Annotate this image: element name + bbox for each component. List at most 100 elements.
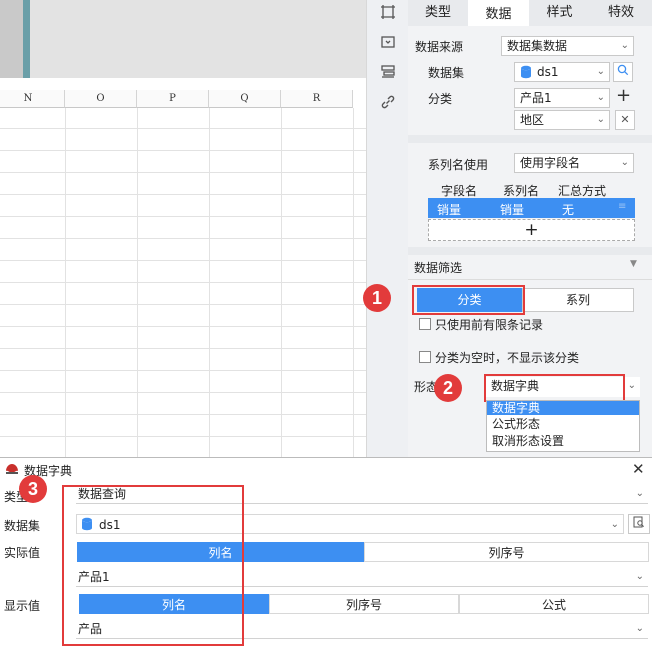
chevron-down-icon: ⌄ bbox=[620, 157, 629, 168]
dataset-label: 数据集 bbox=[428, 66, 465, 80]
data-source-label: 数据来源 bbox=[415, 40, 464, 54]
cell-element-icon[interactable] bbox=[378, 4, 398, 24]
tab-effects[interactable]: 特效 bbox=[590, 0, 652, 26]
grid-row-line bbox=[0, 326, 366, 327]
grid-column-line bbox=[209, 108, 210, 460]
grid-row-line bbox=[0, 282, 366, 283]
grid-row-line bbox=[0, 414, 366, 415]
column-header-o[interactable]: O bbox=[65, 90, 137, 108]
grid-row-line bbox=[0, 128, 366, 129]
link-icon[interactable] bbox=[378, 94, 398, 114]
step-badge-2: 2 bbox=[434, 374, 462, 402]
divider bbox=[408, 247, 652, 255]
app-logo-icon bbox=[4, 462, 20, 479]
grid-row-line bbox=[0, 436, 366, 437]
category-value-1: 产品1 bbox=[520, 91, 552, 105]
chevron-down-icon: ⌄ bbox=[627, 380, 636, 391]
chevron-down-icon: ⌄ bbox=[610, 519, 619, 530]
display-seg-column-index[interactable]: 列序号 bbox=[269, 594, 459, 614]
grid-row-line bbox=[0, 370, 366, 371]
widget-icon[interactable] bbox=[378, 34, 398, 54]
layout-icon[interactable] bbox=[378, 64, 398, 84]
chevron-down-icon: ⌄ bbox=[635, 623, 644, 634]
display-value-label: 显示值 bbox=[4, 599, 41, 613]
display-seg-formula[interactable]: 公式 bbox=[459, 594, 649, 614]
grid-column-line bbox=[353, 108, 354, 460]
grid-column-line bbox=[65, 108, 66, 460]
category-label: 分类 bbox=[428, 92, 453, 106]
tab-type[interactable]: 类型 bbox=[408, 0, 468, 26]
step-badge-3: 3 bbox=[19, 475, 47, 503]
collapse-icon[interactable]: ▼ bbox=[630, 259, 637, 269]
chevron-down-icon: ⌄ bbox=[635, 488, 644, 499]
chart-area[interactable] bbox=[0, 0, 366, 78]
category-select-2[interactable]: 地区 ⌄ bbox=[514, 110, 610, 130]
tab-style[interactable]: 样式 bbox=[529, 0, 590, 26]
actual-seg-column-index[interactable]: 列序号 bbox=[364, 542, 649, 562]
column-header-q[interactable]: Q bbox=[209, 90, 281, 108]
chevron-down-icon: ⌄ bbox=[596, 66, 605, 77]
dataset-value: ds1 bbox=[537, 65, 559, 79]
field-row-series: 销量 bbox=[500, 203, 525, 217]
divider bbox=[408, 135, 652, 143]
chart-thumbnail[interactable] bbox=[0, 0, 30, 78]
shape-option-cancel[interactable]: 取消形态设置 bbox=[492, 434, 564, 448]
tab-data[interactable]: 数据 bbox=[468, 0, 529, 26]
highlight-box-3 bbox=[62, 485, 244, 646]
actual-value-label: 实际值 bbox=[4, 546, 41, 560]
column-header-p[interactable]: P bbox=[137, 90, 209, 108]
grid-row-line bbox=[0, 260, 366, 261]
preview-dataset-button[interactable] bbox=[628, 514, 650, 534]
column-header-n[interactable]: N bbox=[0, 90, 65, 108]
chevron-down-icon: ⌄ bbox=[596, 114, 605, 125]
grid-row-line bbox=[0, 392, 366, 393]
grid-row-line bbox=[0, 304, 366, 305]
data-source-select[interactable]: 数据集数据 ⌄ bbox=[501, 36, 634, 56]
dataset-select[interactable]: ds1 ⌄ bbox=[514, 62, 610, 82]
add-category-icon[interactable]: + bbox=[616, 86, 631, 106]
field-header-name: 字段名 bbox=[441, 184, 478, 198]
shape-option-dictionary[interactable]: 数据字典 bbox=[487, 401, 639, 415]
category-select-1[interactable]: 产品1 ⌄ bbox=[514, 88, 610, 108]
search-dataset-button[interactable] bbox=[613, 62, 633, 82]
field-header-series: 系列名 bbox=[503, 184, 540, 198]
highlight-box-2 bbox=[484, 374, 625, 402]
grid-column-line bbox=[137, 108, 138, 460]
filter-seg-series[interactable]: 系列 bbox=[522, 288, 634, 312]
grid-column-line bbox=[281, 108, 282, 460]
grid-row-line bbox=[0, 238, 366, 239]
add-field-button[interactable]: + bbox=[428, 219, 635, 241]
remove-category-button[interactable]: ✕ bbox=[615, 110, 635, 130]
dataset-label: 数据集 bbox=[4, 519, 41, 533]
hide-empty-checkbox[interactable] bbox=[419, 351, 431, 363]
field-header-summary: 汇总方式 bbox=[558, 184, 607, 198]
grid-row-line bbox=[0, 150, 366, 151]
database-icon bbox=[520, 65, 532, 84]
hide-empty-label: 分类为空时，不显示该分类 bbox=[435, 351, 580, 365]
icon-toolbar bbox=[366, 0, 408, 460]
preview-icon bbox=[633, 516, 645, 531]
chevron-down-icon: ⌄ bbox=[635, 571, 644, 582]
field-row-name: 销量 bbox=[437, 203, 462, 217]
grid-row-line bbox=[0, 194, 366, 195]
field-row[interactable]: 销量 销量 无 ≡ bbox=[428, 198, 635, 218]
series-name-label: 系列名使用 bbox=[428, 158, 489, 172]
grid-row-line bbox=[0, 172, 366, 173]
data-source-value: 数据集数据 bbox=[507, 39, 568, 53]
highlight-box-1 bbox=[412, 285, 525, 315]
category-value-2: 地区 bbox=[520, 113, 545, 127]
limit-records-label: 只使用前有限条记录 bbox=[435, 318, 544, 332]
row-menu-icon[interactable]: ≡ bbox=[618, 201, 626, 212]
shape-option-formula[interactable]: 公式形态 bbox=[492, 417, 540, 431]
step-badge-1: 1 bbox=[363, 284, 391, 312]
column-header-r[interactable]: R bbox=[281, 90, 353, 108]
shape-dropdown: 数据字典 公式形态 取消形态设置 bbox=[486, 400, 640, 452]
spreadsheet-area: N O P Q R bbox=[0, 0, 366, 460]
limit-records-checkbox[interactable] bbox=[419, 318, 431, 330]
grid-row-line bbox=[0, 348, 366, 349]
filter-title: 数据筛选 bbox=[414, 261, 463, 275]
data-dictionary-dialog: 数据字典 ✕ 类型 数据查询 ⌄ 数据集 ds1 ⌄ 实际值 列名 列序号 产品1 ⌄… bbox=[0, 457, 652, 657]
series-name-select[interactable]: 使用字段名 ⌄ bbox=[514, 153, 634, 173]
close-icon[interactable]: ✕ bbox=[632, 460, 645, 478]
field-row-summary: 无 bbox=[562, 203, 575, 217]
